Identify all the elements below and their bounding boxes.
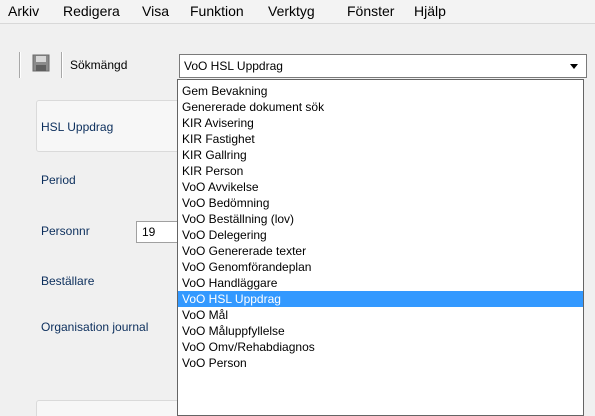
panel-title: HSL Uppdrag bbox=[41, 120, 114, 134]
sokmangd-dropdown-list[interactable]: Gem Bevakning Genererade dokument sök KI… bbox=[177, 79, 584, 416]
personnr-value: 19 bbox=[142, 225, 156, 239]
list-item[interactable]: VoO Handläggare bbox=[178, 275, 583, 291]
list-item[interactable]: Genererade dokument sök bbox=[178, 99, 583, 115]
bestallare-label: Beställare bbox=[41, 274, 95, 288]
chevron-down-icon[interactable] bbox=[570, 64, 578, 69]
menu-funktion[interactable]: Funktion bbox=[186, 0, 248, 24]
personnr-label: Personnr bbox=[41, 224, 90, 238]
organisation-journal-label: Organisation journal bbox=[41, 320, 149, 334]
toolbar-separator bbox=[61, 52, 63, 78]
list-item[interactable]: VoO Beställning (lov) bbox=[178, 211, 583, 227]
menu-arkiv[interactable]: Arkiv bbox=[4, 0, 43, 24]
list-item[interactable]: VoO Måluppfyllelse bbox=[178, 323, 583, 339]
list-item[interactable]: VoO Omv/Rehabdiagnos bbox=[178, 339, 583, 355]
sokmangd-combo[interactable]: VoO HSL Uppdrag bbox=[179, 54, 587, 78]
menu-bar: Arkiv Redigera Visa Funktion Verktyg Fön… bbox=[0, 0, 595, 24]
menu-hjalp[interactable]: Hjälp bbox=[410, 0, 450, 24]
floppy-disk-icon[interactable] bbox=[32, 54, 50, 72]
list-item[interactable]: VoO Genomförandeplan bbox=[178, 259, 583, 275]
list-item[interactable]: KIR Avisering bbox=[178, 115, 583, 131]
list-item-selected[interactable]: VoO HSL Uppdrag bbox=[178, 291, 583, 307]
list-item[interactable]: VoO Bedömning bbox=[178, 195, 583, 211]
menu-redigera[interactable]: Redigera bbox=[59, 0, 124, 24]
sokmangd-label: Sökmängd bbox=[70, 58, 128, 72]
bottom-panel[interactable] bbox=[36, 400, 186, 416]
list-item[interactable]: KIR Fastighet bbox=[178, 131, 583, 147]
list-item[interactable]: VoO Genererade texter bbox=[178, 243, 583, 259]
list-item[interactable]: VoO Delegering bbox=[178, 227, 583, 243]
menu-visa[interactable]: Visa bbox=[138, 0, 173, 24]
list-item[interactable]: VoO Mål bbox=[178, 307, 583, 323]
list-item[interactable]: KIR Person bbox=[178, 163, 583, 179]
menu-fonster[interactable]: Fönster bbox=[343, 0, 398, 24]
combo-value: VoO HSL Uppdrag bbox=[184, 59, 283, 73]
toolbar-separator bbox=[19, 52, 21, 78]
period-label: Period bbox=[41, 173, 76, 187]
list-item[interactable]: Gem Bevakning bbox=[178, 83, 583, 99]
menu-verktyg[interactable]: Verktyg bbox=[264, 0, 319, 24]
list-item[interactable]: VoO Person bbox=[178, 355, 583, 371]
list-item[interactable]: VoO Avvikelse bbox=[178, 179, 583, 195]
list-item[interactable]: KIR Gallring bbox=[178, 147, 583, 163]
